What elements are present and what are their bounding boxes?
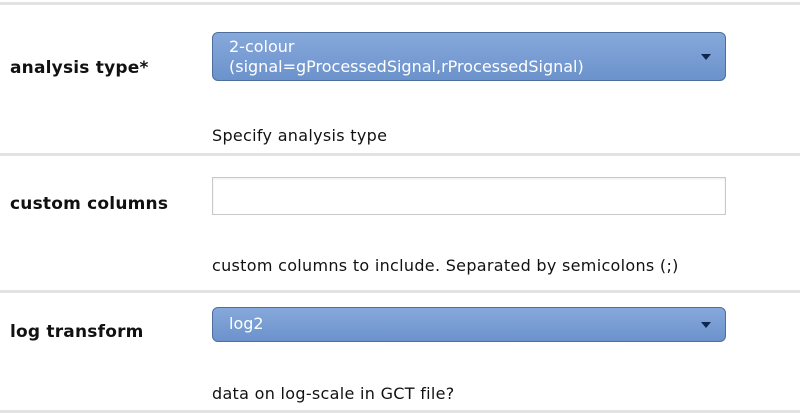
custom-columns-input[interactable] [212,177,726,215]
divider-2 [0,290,800,293]
log-transform-help: data on log-scale in GCT file? [212,384,455,403]
custom-columns-help: custom columns to include. Separated by … [212,256,679,275]
analysis-type-label: analysis type* [10,58,149,78]
chevron-down-icon [701,53,711,60]
custom-columns-label: custom columns [10,194,169,214]
chevron-down-icon [701,321,711,328]
analysis-type-select[interactable]: 2-colour (signal=gProcessedSignal,rProce… [212,32,726,81]
log-transform-selected: log2 [229,314,264,333]
divider-top [0,2,800,5]
analysis-type-selected-line2: (signal=gProcessedSignal,rProcessedSigna… [229,57,584,76]
divider-1 [0,153,800,156]
analysis-type-selected-line1: 2-colour [229,37,295,56]
log-transform-label: log transform [10,322,144,342]
analysis-type-help: Specify analysis type [212,126,388,145]
log-transform-select[interactable]: log2 [212,307,726,342]
divider-bottom [0,410,800,413]
